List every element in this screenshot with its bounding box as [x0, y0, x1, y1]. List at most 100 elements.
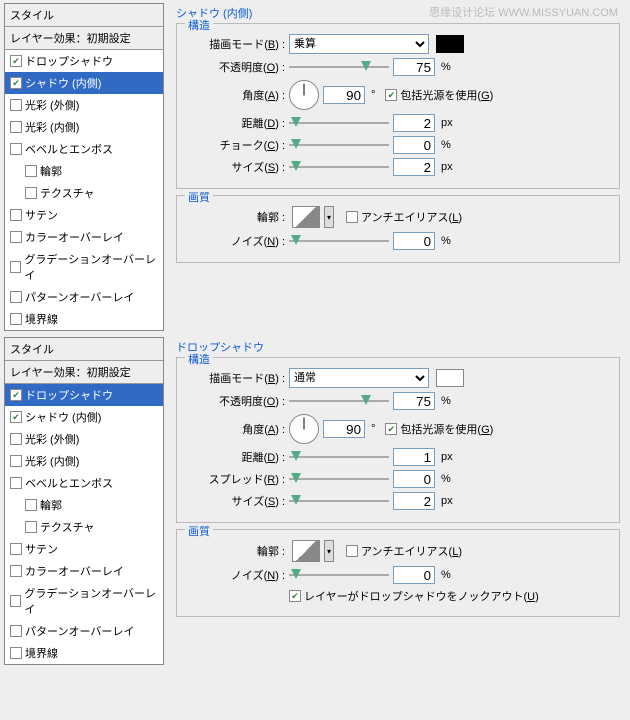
slider[interactable]: [289, 159, 389, 175]
color-swatch[interactable]: [436, 35, 464, 53]
styles-subheader[interactable]: レイヤー効果：初期設定: [5, 27, 163, 50]
checkbox-icon[interactable]: [10, 455, 22, 467]
antialias-checkbox[interactable]: アンチエイリアス(L): [346, 209, 462, 225]
slider[interactable]: [289, 115, 389, 131]
style-item-drop-shadow[interactable]: ✔ドロップシャドウ: [5, 50, 163, 72]
style-item-satin[interactable]: サテン: [5, 204, 163, 226]
style-item-bevel[interactable]: ベベルとエンボス: [5, 472, 163, 494]
number-input[interactable]: [393, 448, 435, 466]
style-item-inner-glow[interactable]: 光彩 (内側): [5, 450, 163, 472]
global-light-checkbox[interactable]: ✔包括光源を使用(G): [385, 87, 493, 103]
antialias-checkbox[interactable]: アンチエイリアス(L): [346, 543, 462, 559]
checkbox-icon[interactable]: ✔: [10, 411, 22, 423]
field-label: サイズ(S) :: [185, 493, 285, 509]
slider[interactable]: [289, 567, 389, 583]
number-input[interactable]: [393, 232, 435, 250]
checkbox-icon[interactable]: [10, 647, 22, 659]
checkbox-icon[interactable]: [25, 521, 37, 533]
style-item-color-ov[interactable]: カラーオーバーレイ: [5, 226, 163, 248]
checkbox-icon[interactable]: [10, 543, 22, 555]
styles-panel: スタイル レイヤー効果：初期設定 ✔ドロップシャドウ✔シャドウ (内側)光彩 (…: [4, 3, 164, 331]
field-label: 距離(D) :: [185, 115, 285, 131]
style-item-inner-shadow[interactable]: ✔シャドウ (内側): [5, 406, 163, 428]
style-item-stroke[interactable]: 境界線: [5, 642, 163, 664]
field-label: スプレッド(R) :: [185, 471, 285, 487]
number-input[interactable]: [393, 492, 435, 510]
number-input[interactable]: [393, 566, 435, 584]
section-title: ドロップシャドウ: [176, 339, 620, 355]
number-input[interactable]: [393, 114, 435, 132]
slider[interactable]: [289, 233, 389, 249]
style-item-outer-glow[interactable]: 光彩 (外側): [5, 428, 163, 450]
style-item-stroke[interactable]: 境界線: [5, 308, 163, 330]
blend-mode-select[interactable]: 乗算: [289, 34, 429, 54]
number-input[interactable]: [323, 86, 365, 104]
number-input[interactable]: [393, 470, 435, 488]
slider[interactable]: [289, 393, 389, 409]
blend-mode-select[interactable]: 通常: [289, 368, 429, 388]
style-item-outer-glow[interactable]: 光彩 (外側): [5, 94, 163, 116]
checkbox-icon[interactable]: [10, 143, 22, 155]
checkbox-icon[interactable]: [10, 595, 21, 607]
checkbox-icon[interactable]: [10, 565, 22, 577]
checkbox-icon[interactable]: [10, 313, 22, 325]
field-label: 距離(D) :: [185, 449, 285, 465]
checkbox-icon[interactable]: [10, 231, 22, 243]
checkbox-icon[interactable]: [25, 499, 37, 511]
chevron-down-icon[interactable]: ▾: [324, 206, 334, 228]
checkbox-icon[interactable]: [25, 165, 37, 177]
slider[interactable]: [289, 493, 389, 509]
style-item-contour[interactable]: 輪郭: [5, 494, 163, 516]
style-item-texture[interactable]: テクスチャ: [5, 182, 163, 204]
checkbox-icon[interactable]: [10, 209, 22, 221]
number-input[interactable]: [323, 420, 365, 438]
checkbox-icon[interactable]: [10, 625, 22, 637]
style-item-contour[interactable]: 輪郭: [5, 160, 163, 182]
angle-dial[interactable]: [289, 80, 319, 110]
checkbox-icon[interactable]: [25, 187, 37, 199]
style-item-inner-shadow[interactable]: ✔シャドウ (内側): [5, 72, 163, 94]
slider[interactable]: [289, 59, 389, 75]
styles-subheader[interactable]: レイヤー効果：初期設定: [5, 361, 163, 384]
styles-header[interactable]: スタイル: [5, 338, 163, 361]
style-label: 境界線: [25, 645, 58, 661]
checkbox-icon[interactable]: [10, 291, 22, 303]
checkbox-icon[interactable]: [10, 477, 22, 489]
style-item-inner-glow[interactable]: 光彩 (内側): [5, 116, 163, 138]
contour-preview[interactable]: [292, 540, 320, 562]
checkbox-icon[interactable]: [10, 433, 22, 445]
slider[interactable]: [289, 471, 389, 487]
checkbox-icon[interactable]: ✔: [10, 77, 22, 89]
style-item-bevel[interactable]: ベベルとエンボス: [5, 138, 163, 160]
styles-header[interactable]: スタイル: [5, 4, 163, 27]
style-item-grad-ov[interactable]: グラデーションオーバーレイ: [5, 248, 163, 286]
style-item-patt-ov[interactable]: パターンオーバーレイ: [5, 286, 163, 308]
chevron-down-icon[interactable]: ▾: [324, 540, 334, 562]
style-item-patt-ov[interactable]: パターンオーバーレイ: [5, 620, 163, 642]
style-label: テクスチャ: [40, 519, 95, 535]
style-item-texture[interactable]: テクスチャ: [5, 516, 163, 538]
checkbox-icon[interactable]: ✔: [10, 389, 22, 401]
global-light-checkbox[interactable]: ✔包括光源を使用(G): [385, 421, 493, 437]
checkbox-icon[interactable]: [10, 121, 22, 133]
angle-dial[interactable]: [289, 414, 319, 444]
style-item-grad-ov[interactable]: グラデーションオーバーレイ: [5, 582, 163, 620]
field-label: ノイズ(N) :: [185, 567, 285, 583]
number-input[interactable]: [393, 136, 435, 154]
style-item-color-ov[interactable]: カラーオーバーレイ: [5, 560, 163, 582]
slider[interactable]: [289, 137, 389, 153]
slider[interactable]: [289, 449, 389, 465]
checkbox-icon[interactable]: [10, 261, 21, 273]
quality-group: 画質 輪郭 :▾アンチエイリアス(L) ノイズ(N) :%: [176, 195, 620, 263]
number-input[interactable]: [393, 58, 435, 76]
number-input[interactable]: [393, 392, 435, 410]
style-item-drop-shadow[interactable]: ✔ドロップシャドウ: [5, 384, 163, 406]
knockout-checkbox[interactable]: ✔レイヤーがドロップシャドウをノックアウト(U): [289, 588, 539, 604]
style-item-satin[interactable]: サテン: [5, 538, 163, 560]
checkbox-icon[interactable]: [10, 99, 22, 111]
contour-preview[interactable]: [292, 206, 320, 228]
number-input[interactable]: [393, 158, 435, 176]
color-swatch[interactable]: [436, 369, 464, 387]
checkbox-icon[interactable]: ✔: [10, 55, 22, 67]
field-label: 描画モード(B) :: [185, 370, 285, 386]
